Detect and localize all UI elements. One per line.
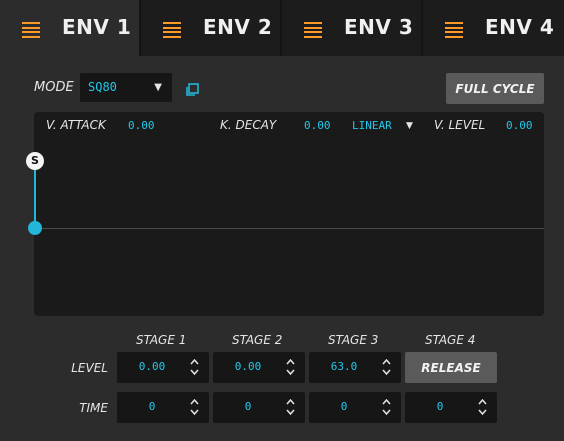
v-level-label: V. LEVEL <box>434 118 486 132</box>
up-down-chevron-icon[interactable] <box>286 357 295 377</box>
stage-2-level-value: 0.00 <box>234 360 262 373</box>
stage-1-time-value: 0 <box>148 400 156 413</box>
full-cycle-button[interactable]: FULL CYCLE <box>446 73 544 104</box>
stage-3-level-stepper[interactable]: 63.0 <box>309 352 401 383</box>
dropdown-arrow-icon: ▼ <box>154 82 162 93</box>
mode-label: MODE <box>34 80 74 95</box>
level-row-label: LEVEL <box>71 361 108 375</box>
stage-3-level-value: 63.0 <box>330 360 358 373</box>
stage-4-time-value: 0 <box>436 400 444 413</box>
tab-env-3[interactable]: ENV 3 <box>282 0 423 56</box>
menu-icon[interactable] <box>445 22 463 38</box>
v-level-value[interactable]: 0.00 <box>506 119 533 132</box>
curve-type-value[interactable]: LINEAR <box>352 119 392 132</box>
v-attack-label: V. ATTACK <box>46 118 106 132</box>
stage-1-header: STAGE 1 <box>136 333 187 347</box>
stage-4-time-stepper[interactable]: 0 <box>405 392 497 423</box>
time-row-label: TIME <box>79 401 108 415</box>
env-tab-bar: ENV 1 ENV 2 ENV 3 ENV 4 <box>0 0 564 56</box>
tab-label: ENV 3 <box>344 15 414 39</box>
stage-2-header: STAGE 2 <box>232 333 283 347</box>
k-decay-value[interactable]: 0.00 <box>304 119 331 132</box>
stage-1-level-value: 0.00 <box>138 360 166 373</box>
up-down-chevron-icon[interactable] <box>286 397 295 417</box>
up-down-chevron-icon[interactable] <box>190 397 199 417</box>
sustain-handle[interactable]: S <box>26 152 44 170</box>
up-down-chevron-icon[interactable] <box>382 397 391 417</box>
stage-4-header: STAGE 4 <box>425 333 476 347</box>
mode-dropdown[interactable]: SQ80 ▼ <box>80 73 172 102</box>
up-down-chevron-icon[interactable] <box>478 397 487 417</box>
menu-icon[interactable] <box>22 22 40 38</box>
tab-label: ENV 1 <box>62 15 132 39</box>
stage-1-time-stepper[interactable]: 0 <box>117 392 209 423</box>
menu-icon[interactable] <box>304 22 322 38</box>
v-attack-value[interactable]: 0.00 <box>128 119 155 132</box>
envelope-point-handle[interactable] <box>28 221 42 235</box>
stage-2-level-stepper[interactable]: 0.00 <box>213 352 305 383</box>
k-decay-label: K. DECAY <box>220 118 277 132</box>
release-button[interactable]: RELEASE <box>405 352 497 383</box>
tab-label: ENV 4 <box>485 15 555 39</box>
tab-env-1[interactable]: ENV 1 <box>0 0 141 56</box>
stage-3-time-stepper[interactable]: 0 <box>309 392 401 423</box>
envelope-graph[interactable]: V. ATTACK 0.00 K. DECAY 0.00 LINEAR ▼ V.… <box>26 112 544 316</box>
tab-label: ENV 2 <box>203 15 273 39</box>
curve-dropdown-arrow-icon[interactable]: ▼ <box>406 121 413 131</box>
stage-2-time-value: 0 <box>244 400 252 413</box>
copy-icon[interactable] <box>185 82 199 96</box>
stage-3-header: STAGE 3 <box>328 333 379 347</box>
stage-2-time-stepper[interactable]: 0 <box>213 392 305 423</box>
baseline <box>34 228 544 229</box>
tab-env-4[interactable]: ENV 4 <box>423 0 564 56</box>
envelope-attack-line <box>34 161 36 228</box>
menu-icon[interactable] <box>163 22 181 38</box>
stage-3-time-value: 0 <box>340 400 348 413</box>
mode-value: SQ80 <box>88 80 117 94</box>
up-down-chevron-icon[interactable] <box>382 357 391 377</box>
tab-env-2[interactable]: ENV 2 <box>141 0 282 56</box>
stage-1-level-stepper[interactable]: 0.00 <box>117 352 209 383</box>
up-down-chevron-icon[interactable] <box>190 357 199 377</box>
